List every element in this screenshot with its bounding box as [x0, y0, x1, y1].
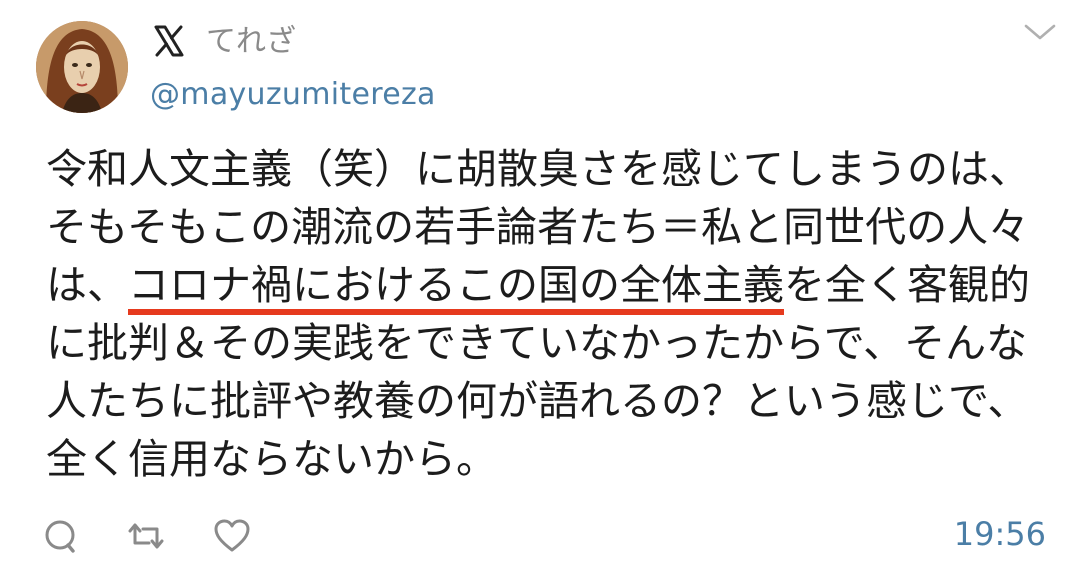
tweet-line: 令和人文主義（笑）に胡散臭さを感じてしまうのは、 [46, 145, 1030, 193]
tweet-line: は、コロナ禍におけるこの国の全体主義を全く客観的 [46, 256, 1056, 314]
underlined-phrase: コロナ禍におけるこの国の全体主義 [128, 261, 784, 309]
tweet-line: そもそもこの潮流の若手論者たち＝私と同世代の人々 [46, 203, 1030, 251]
timestamp: 19:56 [953, 515, 1046, 553]
author-handle[interactable]: @mayuzumitereza [150, 76, 436, 114]
chevron-down-icon[interactable] [1022, 18, 1058, 46]
avatar[interactable] [36, 21, 128, 113]
tweet-text: 令和人文主義（笑）に胡散臭さを感じてしまうのは、 そもそもこの潮流の若手論者たち… [46, 140, 1056, 488]
reply-icon[interactable] [40, 516, 80, 556]
author-name[interactable]: てれざ [206, 24, 296, 60]
retweet-icon[interactable] [126, 516, 166, 556]
action-bar [40, 514, 252, 558]
tweet-line: 全く信用ならないから。 [46, 435, 497, 483]
tweet-text-segment: を全く客観的 [784, 261, 1030, 309]
heart-icon[interactable] [212, 516, 252, 556]
tweet-line: に批判＆その実践をできていなかったからで、そんな [46, 319, 1028, 367]
x-logo-icon [154, 25, 184, 57]
tweet-line: 人たちに批評や教養の何が語れるの？という感じで、 [46, 377, 1029, 425]
avatar-portrait [36, 21, 128, 113]
tweet-text-segment: は、 [46, 261, 128, 309]
